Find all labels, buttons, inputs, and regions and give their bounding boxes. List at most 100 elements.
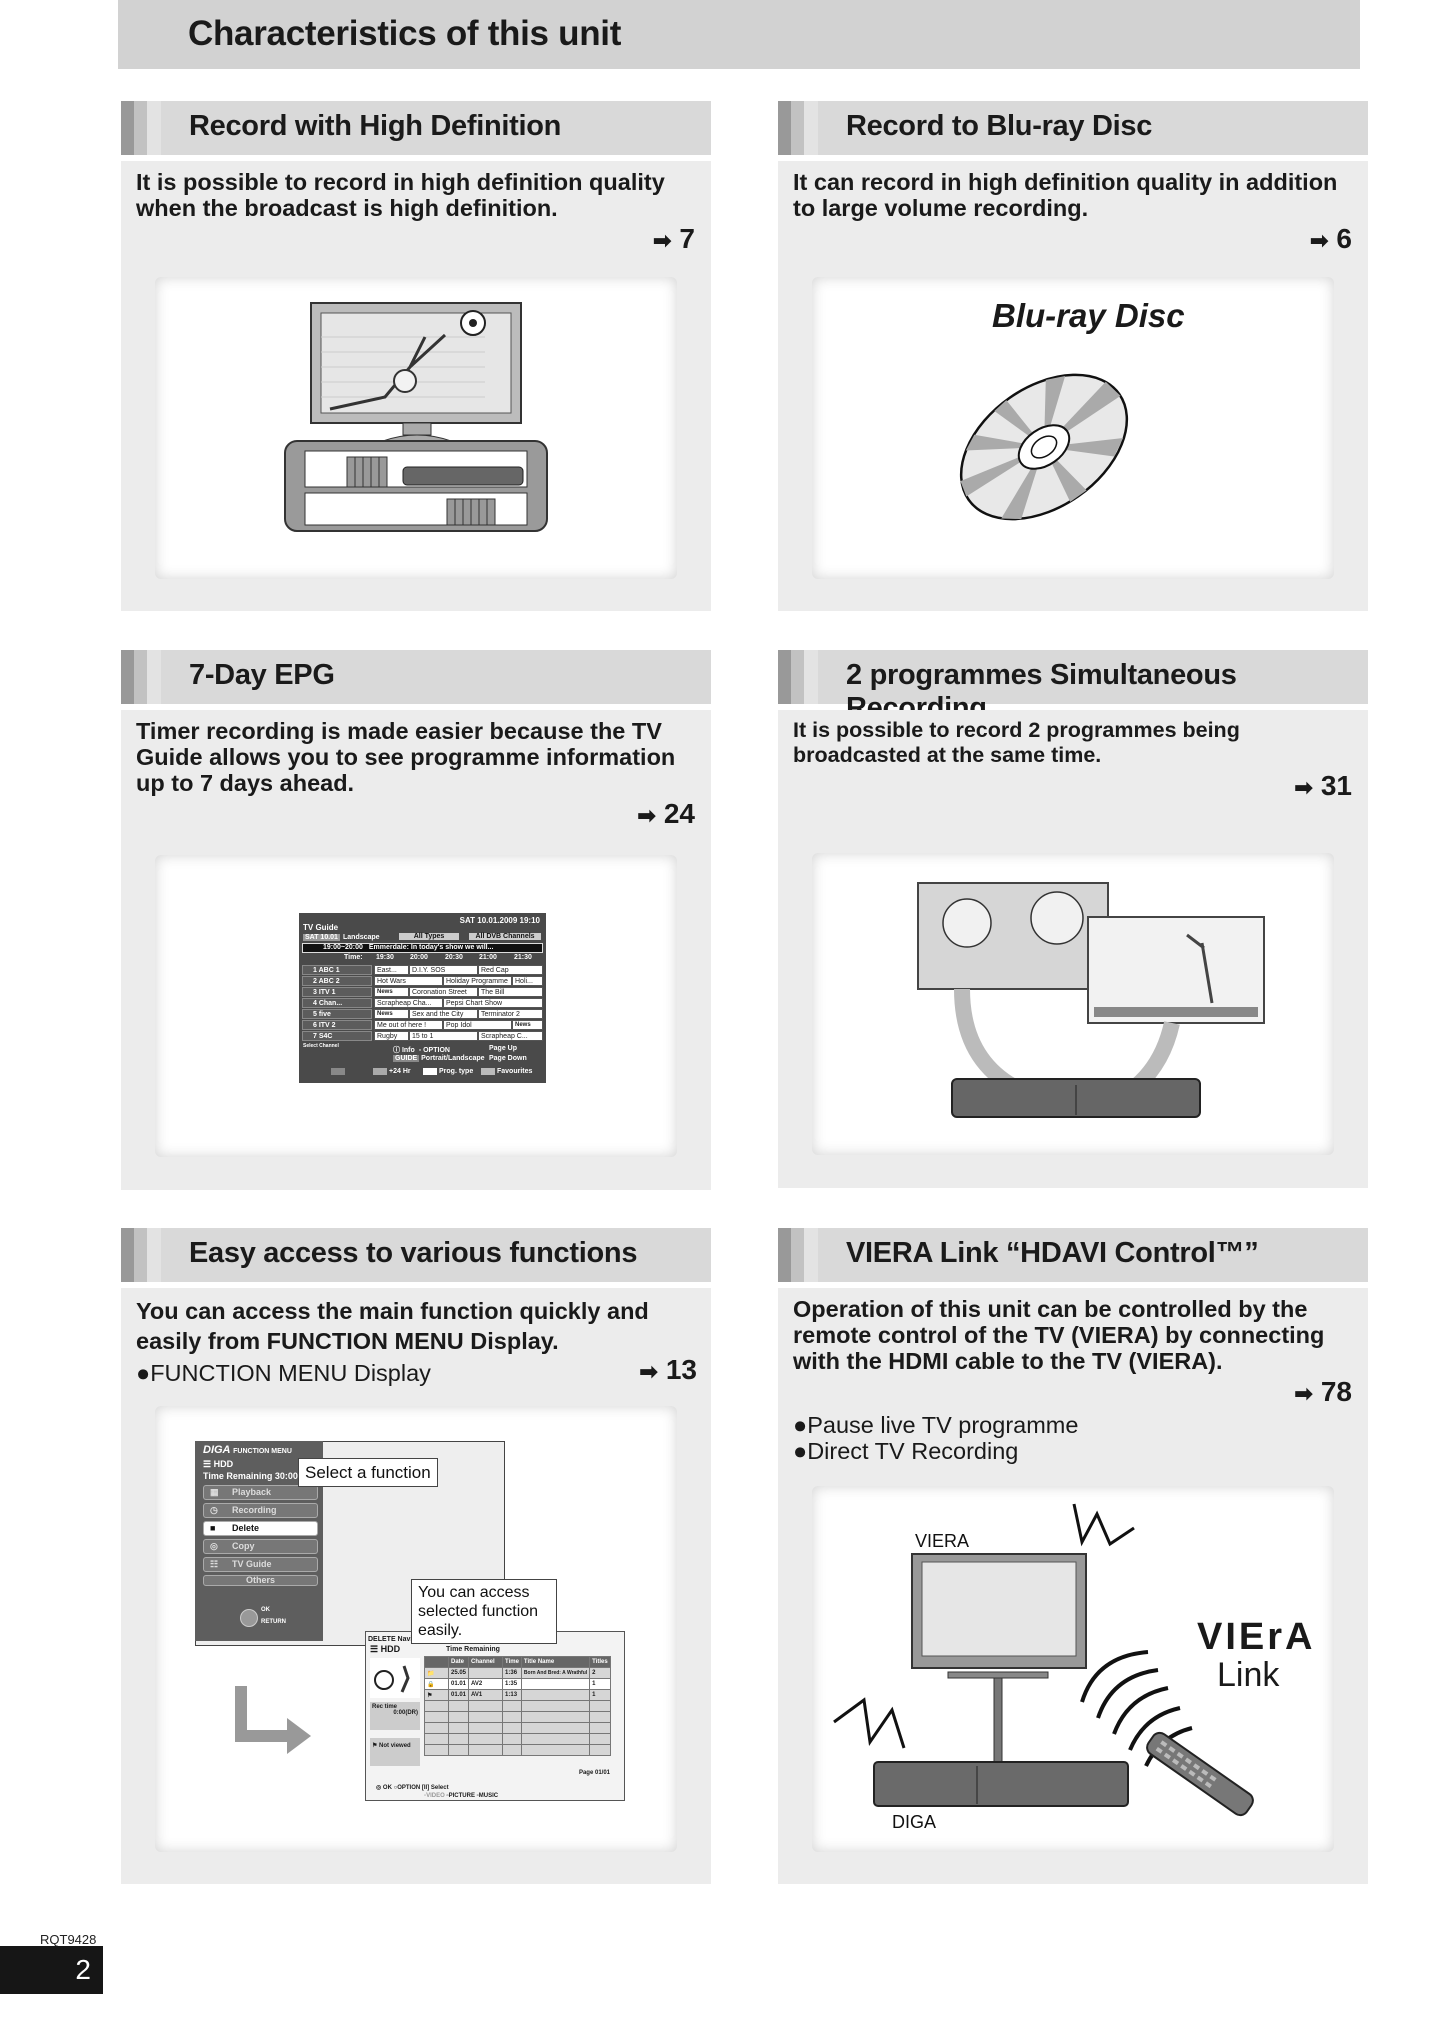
menu-item-recording[interactable]: ◷ Recording [203, 1503, 318, 1518]
section-simultaneous-recording: 2 programmes Simultaneous Recording It i… [778, 650, 1368, 1188]
epg-channel-row[interactable]: 5 five News Sex and the City Terminator 2 [302, 1009, 543, 1020]
page-reference[interactable]: ➡ 6 [1310, 223, 1352, 255]
viera-link-diagram [833, 1503, 1254, 1817]
epg-channel-label[interactable]: 6 ITV 2 [302, 1020, 372, 1030]
epg-programme-cell[interactable]: East... [374, 965, 409, 975]
epg-programme-cell[interactable]: Coronation Street [409, 987, 478, 997]
epg-programme-cell[interactable]: Scrapheap C... [478, 1031, 543, 1041]
menu-item-others[interactable]: Others [203, 1575, 318, 1586]
tv-on-stand-illustration [284, 302, 548, 532]
dpad-icon [240, 1609, 258, 1627]
epg-programme-cell[interactable]: Me out of here ! [374, 1020, 443, 1030]
epg-programme-cell[interactable]: Rugby [374, 1031, 409, 1041]
disc-icon [959, 373, 1129, 521]
section-7-day-epg: 7-Day EPG Timer recording is made easier… [121, 650, 711, 1190]
epg-channel-row[interactable]: 2 ABC 2 Hot Wars Holiday Programme Holi... [302, 976, 543, 987]
tv-guide-icon: ☷ [210, 1559, 219, 1569]
epg-programme-cell[interactable]: D.I.Y. SOS [409, 965, 478, 975]
time-header: Time: 19:30 20:00 20:30 21:00 21:30 [344, 954, 532, 961]
illustration-tv-guide: TV Guide SAT 10.01.2009 19:10 SAT 10.01 … [155, 855, 677, 1157]
table-row[interactable]: ⚑ 01.01 AV1 1:13 1 [424, 1689, 611, 1701]
epg-programme-cell[interactable]: News [512, 1020, 543, 1030]
arrow-down-right-icon [235, 1686, 311, 1754]
title-table: Date Channel Time Title Name Titles 📁 25.05 1:… [424, 1656, 611, 1756]
dual-recording-illustration [917, 882, 1265, 1118]
epg-channel-label[interactable]: 2 ABC 2 [302, 976, 372, 986]
page-reference[interactable]: ➡ 78 [1294, 1376, 1352, 1408]
bullet-item: ●Direct TV Recording [793, 1438, 1019, 1464]
arrow-right-icon: ➡ [1309, 228, 1329, 253]
epg-programme-cell[interactable]: News [374, 1009, 409, 1019]
menu-item-delete[interactable]: ■ Delete [203, 1521, 318, 1536]
menu-item-playback[interactable]: ▦ Playback [203, 1485, 318, 1500]
tab-day[interactable]: SAT 10.01 [303, 934, 340, 941]
section-header: 2 programmes Simultaneous Recording [778, 650, 1368, 724]
epg-channel-row[interactable]: 3 ITV 1 News Coronation Street The Bill [302, 987, 543, 998]
menu-item-label: TV Guide [232, 1559, 272, 1569]
section-viera-link: VIERA Link “HDAVI Control™” Operation of… [778, 1228, 1368, 1884]
epg-channel-row[interactable]: 1 ABC 1 East... D.I.Y. SOS Red Cap [302, 965, 543, 976]
section-record-bluray: Record to Blu-ray Disc It can record in … [778, 101, 1368, 611]
delete-icon: ■ [210, 1523, 216, 1533]
section-header: Easy access to various functions [121, 1228, 711, 1282]
epg-programme-cell[interactable]: News [374, 987, 409, 997]
tab-landscape[interactable]: Landscape [343, 934, 380, 941]
illustration-dual-recording [812, 853, 1334, 1155]
epg-programme-cell[interactable]: 15 to 1 [409, 1031, 478, 1041]
epg-programme-cell[interactable]: Holi... [512, 976, 543, 986]
menu-item-tv-guide[interactable]: ☷ TV Guide [203, 1557, 318, 1572]
page-reference[interactable]: ➡ 31 [1294, 770, 1352, 802]
epg-programme-cell[interactable]: Holiday Programme [443, 976, 512, 986]
epg-programme-cell[interactable]: Scrapheap Cha... [374, 998, 443, 1008]
filter-type-button[interactable]: All Types [399, 933, 459, 940]
info-hint: ⓘ Info ▫ OPTION [393, 1047, 450, 1054]
menu-item-label: Delete [232, 1523, 260, 1533]
section-body: It can record in high definition quality… [778, 161, 1368, 611]
copy-icon: ◎ [210, 1541, 218, 1551]
epg-channel-label[interactable]: 3 ITV 1 [302, 987, 372, 997]
epg-programme-cell[interactable]: Hot Wars [374, 976, 443, 986]
navigator-footer: ◎ OK ○OPTION [II] Select [376, 1785, 449, 1791]
menu-item-label: Recording [232, 1505, 277, 1515]
arrow-right-icon: ➡ [1294, 775, 1313, 800]
page-reference[interactable]: ➡ 13 [639, 1354, 697, 1386]
section-title: Record to Blu-ray Disc [846, 110, 1153, 142]
page-reference[interactable]: ➡ 7 [653, 223, 695, 255]
epg-programme-cell[interactable]: Pepsi Chart Show [443, 998, 543, 1008]
menu-item-copy[interactable]: ◎ Copy [203, 1539, 318, 1554]
epg-programme-cell[interactable]: The Bill [478, 987, 543, 997]
epg-programme-cell[interactable]: Red Cap [478, 965, 543, 975]
epg-channel-label[interactable]: 7 S4C [302, 1031, 372, 1041]
recording-icon: ◷ [210, 1505, 218, 1515]
epg-programme-cell[interactable]: Terminator 2 [478, 1009, 543, 1019]
filter-channels-button[interactable]: All DVB Channels [469, 933, 541, 940]
epg-programme-cell[interactable]: Sex and the City [409, 1009, 478, 1019]
section-title: VIERA Link “HDAVI Control™” [846, 1237, 1259, 1269]
document-code: RQT9428 [40, 1932, 97, 1947]
epg-channel-row[interactable]: 7 S4C Rugby 15 to 1 Scrapheap C... [302, 1031, 543, 1042]
menu-item-label: Copy [232, 1541, 255, 1551]
drive-label: ☰ HDD [370, 1644, 401, 1654]
page-down-hint: Page Down [489, 1055, 527, 1062]
epg-channel-row[interactable]: 6 ITV 2 Me out of here ! Pop Idol News [302, 1020, 543, 1031]
page-reference[interactable]: ➡ 24 [637, 798, 695, 830]
page-ref-number: 13 [665, 1354, 697, 1385]
section-header: Record to Blu-ray Disc [778, 101, 1368, 155]
table-row[interactable]: 🔒 01.01 AV2 1:35 1 [424, 1678, 611, 1690]
epg-channel-row[interactable]: 4 Chan... Scrapheap Cha... Pepsi Chart Sho… [302, 998, 543, 1009]
section-description: You can access the main function quickly… [136, 1298, 649, 1354]
epg-channel-label[interactable]: 5 five [302, 1009, 372, 1019]
bullet-item: ●FUNCTION MENU Display [136, 1360, 431, 1386]
page-up-hint: Page Up [489, 1045, 518, 1052]
section-header: 7-Day EPG [121, 650, 711, 704]
epg-channel-label[interactable]: 4 Chan... [302, 998, 372, 1008]
page-ref-number: 6 [1336, 223, 1352, 254]
page-header: Characteristics of this unit [118, 0, 1360, 69]
section-description: It can record in high definition quality… [793, 169, 1338, 221]
arrow-right-icon: ➡ [637, 803, 656, 828]
table-row[interactable]: 📁 25.05 1:36 Born And Bred: A Wrathful 2 [424, 1667, 611, 1679]
page-ref-number: 31 [1320, 770, 1352, 801]
epg-programme-cell[interactable]: Pop Idol [443, 1020, 512, 1030]
epg-channel-label[interactable]: 1 ABC 1 [302, 965, 372, 975]
playback-icon: ▦ [210, 1487, 219, 1497]
